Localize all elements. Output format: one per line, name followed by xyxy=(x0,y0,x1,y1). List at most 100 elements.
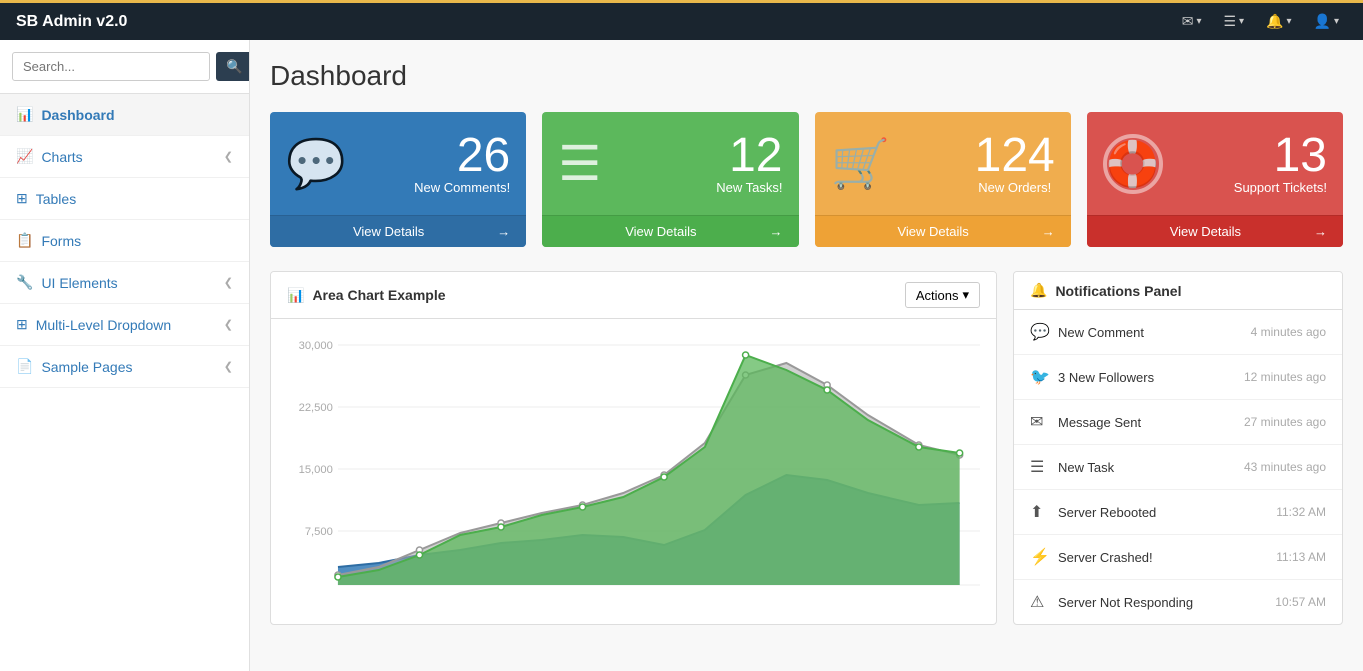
notif-item-followers[interactable]: 🐦 3 New Followers 12 minutes ago xyxy=(1014,355,1342,400)
brand-title: SB Admin v2.0 xyxy=(16,13,1174,31)
sidebar-item-tables[interactable]: ⊞ Tables xyxy=(0,178,249,220)
search-input[interactable] xyxy=(12,52,210,81)
tasks-number: 12 xyxy=(716,132,782,180)
sidebar-link-sample[interactable]: 📄 Sample Pages ❮ xyxy=(0,346,249,388)
layout: 🔍 📊 Dashboard 📈 Charts ❮ ⊞ Tables xyxy=(0,40,1363,671)
ui-icon: 🔧 xyxy=(16,274,33,291)
top-nav-icons: ✉ ▾ ☰ ▾ 🔔 ▾ 👤 ▾ xyxy=(1174,9,1347,34)
arrow-icon-comments: → xyxy=(497,224,510,239)
stat-card-orders: 🛒 124 New Orders! View Details → xyxy=(815,112,1071,247)
sidebar-label-forms: Forms xyxy=(41,233,81,249)
sidebar-label-dashboard: Dashboard xyxy=(41,107,114,123)
comments-label: New Comments! xyxy=(414,180,510,195)
arrow-icon-tasks: → xyxy=(769,224,782,239)
chevron-icon-sample: ❮ xyxy=(224,360,233,373)
stat-card-tickets: 🛟 13 Support Tickets! View Details → xyxy=(1087,112,1343,247)
bell-icon-notif: 🔔 xyxy=(1030,282,1047,299)
chart-title: 📊 Area Chart Example xyxy=(287,287,446,304)
alerts-nav-btn[interactable]: 🔔 ▾ xyxy=(1258,9,1299,34)
sidebar-label-multi: Multi-Level Dropdown xyxy=(36,317,171,333)
stat-card-tasks: ☰ 12 New Tasks! View Details → xyxy=(542,112,798,247)
sidebar-label-tables: Tables xyxy=(36,191,76,207)
sidebar-item-ui-elements[interactable]: 🔧 UI Elements ❮ xyxy=(0,262,249,304)
sidebar-item-sample-pages[interactable]: 📄 Sample Pages ❮ xyxy=(0,346,249,388)
sidebar-link-forms[interactable]: 📋 Forms xyxy=(0,220,249,262)
sample-icon: 📄 xyxy=(16,358,33,375)
notif-item-server-crashed[interactable]: ⚡ Server Crashed! 11:13 AM xyxy=(1014,535,1342,580)
notif-item-server-rebooted[interactable]: ⬆ Server Rebooted 11:32 AM xyxy=(1014,490,1342,535)
stat-card-top-orders: 🛒 124 New Orders! xyxy=(815,112,1071,215)
sidebar-link-dashboard[interactable]: 📊 Dashboard xyxy=(0,94,249,136)
stat-card-value-tickets: 13 Support Tickets! xyxy=(1234,132,1327,195)
top-navbar: SB Admin v2.0 ✉ ▾ ☰ ▾ 🔔 ▾ 👤 ▾ xyxy=(0,0,1363,40)
orders-number: 124 xyxy=(975,132,1055,180)
chart-panel: 📊 Area Chart Example Actions ▾ xyxy=(270,271,997,625)
stat-card-value-comments: 26 New Comments! xyxy=(414,132,510,195)
stat-card-value-tasks: 12 New Tasks! xyxy=(716,132,782,195)
mail-nav-btn[interactable]: ✉ ▾ xyxy=(1174,9,1210,34)
tasks-icon: ☰ xyxy=(558,136,601,192)
arrow-icon-tickets: → xyxy=(1314,224,1327,239)
main-content: Dashboard 💬 26 New Comments! View Detail… xyxy=(250,40,1363,671)
sidebar-nav: 📊 Dashboard 📈 Charts ❮ ⊞ Tables xyxy=(0,94,249,388)
sidebar-link-charts[interactable]: 📈 Charts ❮ xyxy=(0,136,249,178)
area-chart-svg: 30,000 22,500 15,000 7,500 xyxy=(287,335,980,595)
caret-icon: ▾ xyxy=(962,287,969,303)
sidebar-label-sample: Sample Pages xyxy=(41,359,132,375)
sidebar-item-forms[interactable]: 📋 Forms xyxy=(0,220,249,262)
notif-item-server-not-responding[interactable]: ⚠ Server Not Responding 10:57 AM xyxy=(1014,580,1342,624)
chevron-icon-ui: ❮ xyxy=(224,276,233,289)
sidebar-label-ui: UI Elements xyxy=(41,275,117,291)
tasks-nav-btn[interactable]: ☰ ▾ xyxy=(1215,9,1252,34)
tasks-view-details[interactable]: View Details → xyxy=(542,215,798,247)
task-icon: ☰ xyxy=(1030,457,1050,477)
comments-number: 26 xyxy=(414,132,510,180)
sidebar-link-multi[interactable]: ⊞ Multi-Level Dropdown ❮ xyxy=(0,304,249,346)
sidebar-search-container: 🔍 xyxy=(0,40,249,94)
notif-item-comment[interactable]: 💬 New Comment 4 minutes ago xyxy=(1014,310,1342,355)
sidebar-item-multi-level[interactable]: ⊞ Multi-Level Dropdown ❮ xyxy=(0,304,249,346)
orders-label: New Orders! xyxy=(975,180,1055,195)
notifications-list: 💬 New Comment 4 minutes ago 🐦 3 New Foll… xyxy=(1014,310,1342,624)
sidebar: 🔍 📊 Dashboard 📈 Charts ❮ ⊞ Tables xyxy=(0,40,250,671)
warning-icon: ⚠ xyxy=(1030,592,1050,612)
svg-text:7,500: 7,500 xyxy=(305,526,333,538)
upload-icon: ⬆ xyxy=(1030,502,1050,522)
stat-card-value-orders: 124 New Orders! xyxy=(975,132,1055,195)
sidebar-item-charts[interactable]: 📈 Charts ❮ xyxy=(0,136,249,178)
tickets-number: 13 xyxy=(1234,132,1327,180)
user-nav-btn[interactable]: 👤 ▾ xyxy=(1306,9,1347,34)
tickets-icon: 🛟 xyxy=(1103,134,1163,194)
notif-item-message[interactable]: ✉ Message Sent 27 minutes ago xyxy=(1014,400,1342,445)
comment-icon: 💬 xyxy=(1030,322,1050,342)
sidebar-item-dashboard[interactable]: 📊 Dashboard xyxy=(0,94,249,136)
notifications-heading: 🔔 Notifications Panel xyxy=(1014,272,1342,310)
notifications-panel: 🔔 Notifications Panel 💬 New Comment 4 mi… xyxy=(1013,271,1343,625)
lightning-icon: ⚡ xyxy=(1030,547,1050,567)
stat-cards-container: 💬 26 New Comments! View Details → ☰ 12 xyxy=(270,112,1343,247)
comments-view-details[interactable]: View Details → xyxy=(270,215,526,247)
page-title: Dashboard xyxy=(270,60,1343,92)
dashboard-icon: 📊 xyxy=(16,106,33,123)
stat-card-top-tickets: 🛟 13 Support Tickets! xyxy=(1087,112,1343,215)
actions-button[interactable]: Actions ▾ xyxy=(905,282,980,308)
svg-text:22,500: 22,500 xyxy=(299,402,333,414)
tables-icon: ⊞ xyxy=(16,190,28,207)
orders-icon: 🛒 xyxy=(831,135,891,192)
orders-view-details[interactable]: View Details → xyxy=(815,215,1071,247)
twitter-icon: 🐦 xyxy=(1030,367,1050,387)
search-button[interactable]: 🔍 xyxy=(216,52,250,81)
chevron-icon-charts: ❮ xyxy=(224,150,233,163)
notif-item-task[interactable]: ☰ New Task 43 minutes ago xyxy=(1014,445,1342,490)
tickets-view-details[interactable]: View Details → xyxy=(1087,215,1343,247)
sidebar-link-ui[interactable]: 🔧 UI Elements ❮ xyxy=(0,262,249,304)
sidebar-label-charts: Charts xyxy=(41,149,82,165)
stat-card-top-tasks: ☰ 12 New Tasks! xyxy=(542,112,798,215)
comments-icon: 💬 xyxy=(286,135,346,192)
forms-icon: 📋 xyxy=(16,232,33,249)
multi-icon: ⊞ xyxy=(16,316,28,333)
svg-text:15,000: 15,000 xyxy=(299,464,333,476)
sidebar-link-tables[interactable]: ⊞ Tables xyxy=(0,178,249,220)
arrow-icon-orders: → xyxy=(1042,224,1055,239)
chart-container: 30,000 22,500 15,000 7,500 xyxy=(287,335,980,595)
